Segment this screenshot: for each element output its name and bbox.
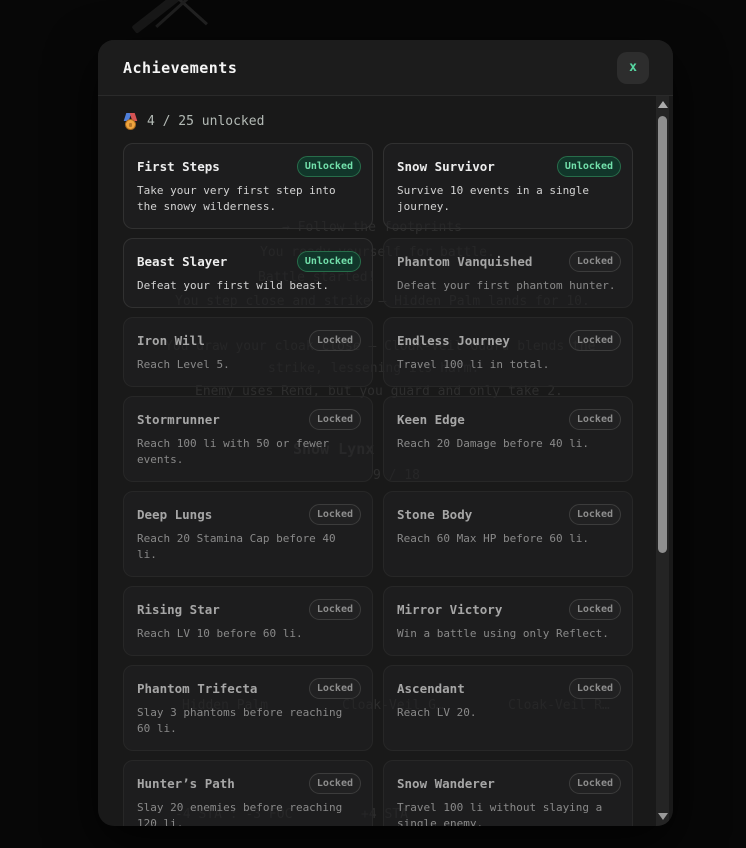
achievement-card: First Steps Unlocked Take your very first … [123,143,373,229]
achievement-status-badge: Unlocked [296,155,361,177]
achievement-status-badge: Locked [568,250,621,272]
unlock-counter-text: 4 / 25 unlocked [147,113,265,129]
achievement-title: Iron Will [137,332,205,348]
achievement-status-badge: Unlocked [556,155,621,177]
achievements-scroll-area: 4 / 25 unlocked First Steps Unlocked Take … [98,96,673,826]
achievement-title: Endless Journey [397,332,510,348]
achievement-title: First Steps [137,158,220,174]
achievement-description: Win a battle using only Reflect. [397,627,609,640]
achievement-status-badge: Locked [308,329,361,351]
scrollbar-track[interactable] [656,96,669,826]
achievement-status-badge: Locked [308,677,361,699]
achievement-description: Survive 10 events in a single journey. [397,184,590,213]
achievement-status-badge: Locked [568,503,621,525]
achievement-card-header: Beast Slayer Unlocked [137,250,361,272]
achievement-description: Defeat your first phantom hunter. [397,279,616,292]
achievement-title: Hunter’s Path [137,775,235,791]
achievement-status-badge: Locked [568,772,621,794]
medal-icon [123,112,138,130]
achievement-description: Travel 100 li without slaying a single e… [397,801,603,826]
achievement-card-header: Ascendant Locked [397,677,621,699]
achievement-card-header: First Steps Unlocked [137,155,361,177]
game-screen: → Follow the footprints You ready yoursel… [0,0,746,848]
achievement-title: Beast Slayer [137,253,228,269]
achievement-card: Endless Journey Locked Travel 100 li in to… [383,317,633,387]
achievement-card: Mirror Victory Locked Win a battle using o… [383,586,633,656]
achievement-card: Snow Survivor Unlocked Survive 10 events i… [383,143,633,229]
unlock-counter: 4 / 25 unlocked [123,112,673,130]
modal-header: Achievements x [98,40,673,96]
achievement-title: Snow Wanderer [397,775,495,791]
achievement-description: Reach 20 Stamina Cap before 40 li. [137,532,336,561]
achievement-card-header: Deep Lungs Locked [137,503,361,525]
modal-title: Achievements [123,58,238,77]
achievement-card: Phantom Vanquished Locked Defeat your firs… [383,238,633,308]
achievement-description: Reach Level 5. [137,358,230,371]
achievement-title: Rising Star [137,601,220,617]
achievement-status-badge: Locked [568,598,621,620]
achievement-description: Slay 3 phantoms before reaching 60 li. [137,706,343,735]
achievement-title: Phantom Vanquished [397,253,533,269]
achievement-status-badge: Locked [308,598,361,620]
achievement-title: Phantom Trifecta [137,680,258,696]
scrollbar-thumb[interactable] [658,116,667,553]
achievement-card: Keen Edge Locked Reach 20 Damage before 40… [383,396,633,482]
achievement-description: Reach 20 Damage before 40 li. [397,437,590,450]
achievements-modal: → Follow the footprints You ready yoursel… [98,40,673,826]
achievement-card: Stone Body Locked Reach 60 Max HP before 6… [383,491,633,577]
achievement-card-header: Iron Will Locked [137,329,361,351]
achievement-card-header: Snow Wanderer Locked [397,772,621,794]
achievement-card-header: Stormrunner Locked [137,408,361,430]
scroll-down-arrow-icon[interactable] [657,813,668,820]
achievement-description: Defeat your first wild beast. [137,279,330,292]
achievement-card: Snow Wanderer Locked Travel 100 li without… [383,760,633,826]
achievement-card-header: Phantom Vanquished Locked [397,250,621,272]
achievement-card-header: Keen Edge Locked [397,408,621,430]
achievement-title: Stormrunner [137,411,220,427]
achievement-card: Hunter’s Path Locked Slay 20 enemies befor… [123,760,373,826]
achievement-card: Phantom Trifecta Locked Slay 3 phantoms be… [123,665,373,751]
achievement-title: Snow Survivor [397,158,495,174]
achievement-description: Travel 100 li in total. [397,358,550,371]
achievement-card: Beast Slayer Unlocked Defeat your first wi… [123,238,373,308]
achievement-status-badge: Locked [568,329,621,351]
close-button[interactable]: x [617,51,649,84]
achievement-status-badge: Locked [568,677,621,699]
achievement-card-header: Snow Survivor Unlocked [397,155,621,177]
achievement-status-badge: Locked [568,408,621,430]
scroll-up-arrow-icon[interactable] [657,101,668,108]
achievements-grid: First Steps Unlocked Take your very first … [123,143,633,826]
achievement-card-header: Hunter’s Path Locked [137,772,361,794]
crossed-swords-icon [131,0,183,34]
achievement-status-badge: Unlocked [296,250,361,272]
achievement-card: Rising Star Locked Reach LV 10 before 60 l… [123,586,373,656]
achievement-title: Deep Lungs [137,506,213,522]
achievement-status-badge: Locked [308,772,361,794]
achievement-card: Ascendant Locked Reach LV 20. [383,665,633,751]
achievement-title: Stone Body [397,506,473,522]
achievement-description: Reach LV 20. [397,706,477,719]
achievement-card-header: Mirror Victory Locked [397,598,621,620]
achievement-card-header: Endless Journey Locked [397,329,621,351]
achievement-card: Stormrunner Locked Reach 100 li with 50 or… [123,396,373,482]
achievement-description: Reach LV 10 before 60 li. [137,627,303,640]
achievement-card-header: Stone Body Locked [397,503,621,525]
achievement-description: Reach 100 li with 50 or fewer events. [137,437,330,466]
achievement-status-badge: Locked [308,408,361,430]
achievement-title: Mirror Victory [397,601,503,617]
achievement-description: Slay 20 enemies before reaching 120 li. [137,801,343,826]
achievement-card-header: Phantom Trifecta Locked [137,677,361,699]
achievement-card: Deep Lungs Locked Reach 20 Stamina Cap bef… [123,491,373,577]
achievement-card-header: Rising Star Locked [137,598,361,620]
achievement-description: Take your very first step into the snowy… [137,184,336,213]
achievement-title: Ascendant [397,680,465,696]
achievement-card: Iron Will Locked Reach Level 5. [123,317,373,387]
achievement-title: Keen Edge [397,411,465,427]
achievement-description: Reach 60 Max HP before 60 li. [397,532,590,545]
achievement-status-badge: Locked [308,503,361,525]
